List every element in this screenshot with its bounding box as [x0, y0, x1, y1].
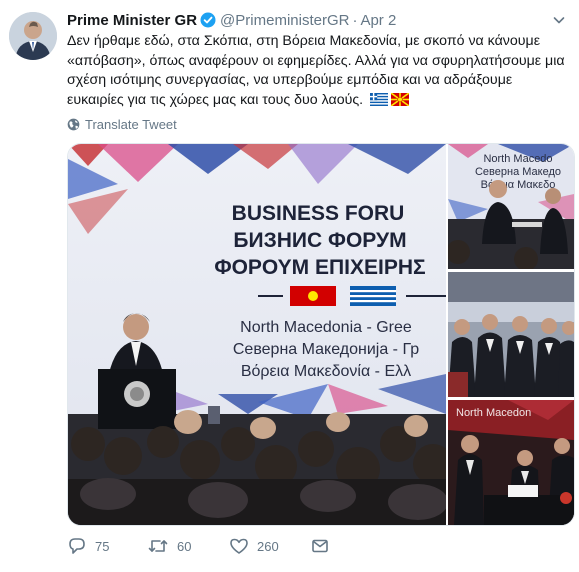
translate-tweet-link[interactable]: Translate Tweet	[67, 117, 177, 132]
reply-icon	[69, 538, 85, 554]
avatar-image	[9, 12, 57, 60]
thumbnail-photo-1[interactable]: North Macedo Северна Македо Βόρεια Μακεδ…	[446, 144, 574, 271]
separator-dot: ·	[352, 12, 358, 29]
reply-count: 75	[95, 538, 110, 554]
phone-in-hand	[208, 406, 220, 424]
translate-label: Translate Tweet	[85, 117, 177, 132]
globe-icon	[67, 118, 80, 131]
thumb1-line-1: North Macedo	[483, 153, 552, 165]
tweet-text-block: Δεν ήρθαμε εδώ, στα Σκόπια, στη Βόρεια Μ…	[67, 32, 567, 112]
greece-flag-icon	[370, 92, 389, 113]
like-count: 260	[257, 538, 279, 554]
retweet-button[interactable]: 60	[147, 534, 191, 558]
north-macedonia-flag-icon	[390, 91, 410, 113]
banner-line-2: БИЗНИС ФОРУМ	[233, 229, 406, 252]
reply-button[interactable]: 75	[67, 534, 109, 558]
tweet-text: Δεν ήρθαμε εδώ, στα Σκόπια, στη Βόρεια Μ…	[67, 33, 565, 108]
banner-line-5: Северна Македонија - Гр	[233, 341, 419, 358]
author-handle[interactable]: @PrimeministerGR	[220, 12, 349, 29]
banner-line-1: BUSINESS FORU	[232, 202, 405, 225]
tweet-date[interactable]: Apr 2	[360, 12, 396, 29]
main-photo[interactable]: BUSINESS FORU БИЗНИС ФОРУМ ΦΟΡΟΥΜ ΕΠΙΧΕΙ…	[68, 144, 453, 525]
like-button[interactable]: 260	[229, 534, 279, 558]
author-name[interactable]: Prime Minister GR	[67, 12, 197, 29]
thumb3-line-1: North Macedon	[456, 407, 531, 419]
envelope-icon	[312, 539, 328, 553]
banner-line-3: ΦΟΡΟΥΜ ΕΠΙΧΕΙΡΗΣ	[214, 256, 425, 279]
tweet-header: Prime Minister GR @PrimeministerGR · Apr 2	[67, 12, 396, 32]
retweet-icon	[148, 540, 168, 552]
verified-badge-icon	[200, 12, 216, 32]
direct-message-button[interactable]	[310, 534, 330, 558]
tweet[interactable]: Prime Minister GR @PrimeministerGR · Apr 2 …	[0, 0, 579, 572]
thumbnail-photo-3[interactable]: North Macedon	[448, 400, 574, 525]
thumb1-line-2: Северна Македо	[475, 166, 561, 178]
banner-line-4: North Macedonia - Gree	[240, 319, 412, 336]
avatar[interactable]	[9, 12, 57, 60]
thumbnail-photo-2[interactable]	[448, 272, 574, 397]
media-gallery[interactable]: BUSINESS FORU БИЗНИС ФОРУМ ΦΟΡΟΥΜ ΕΠΙΧΕΙ…	[67, 143, 575, 526]
banner-line-6: Βόρεια Μακεδονία - Ελλ	[241, 363, 411, 380]
chevron-down-icon[interactable]	[551, 12, 567, 28]
heart-icon	[230, 538, 248, 554]
retweet-count: 60	[177, 538, 192, 554]
